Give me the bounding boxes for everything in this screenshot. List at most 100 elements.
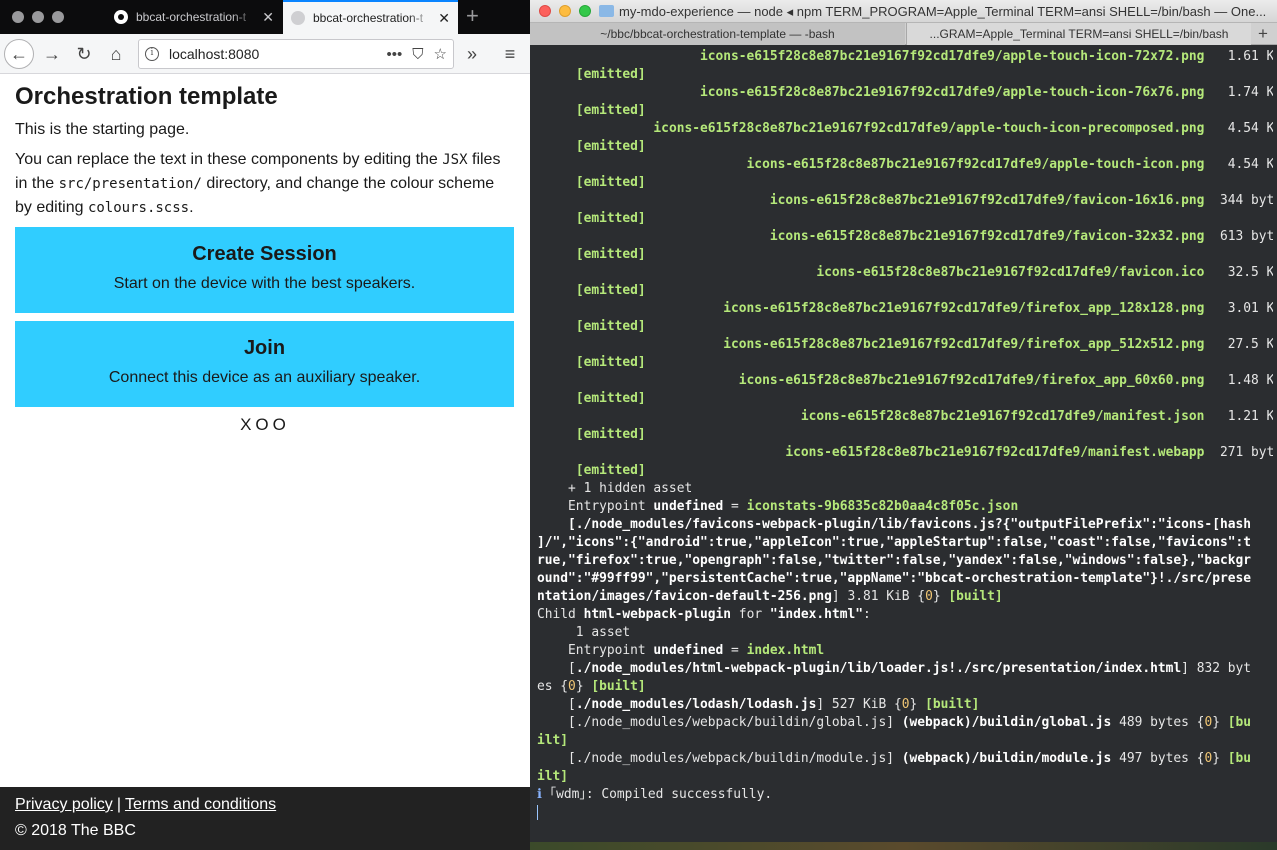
asset-name: icons-e615f28c8e87bc21e9167f92cd17dfe9/f… (769, 193, 1205, 208)
terminal-tab-bar: ~/bbc/bbcat-orchestration-template — -ba… (530, 23, 1277, 45)
terminal-text: = (723, 643, 747, 658)
terminal-text: 0 (568, 679, 576, 694)
terminal-text: [ (537, 697, 576, 712)
terminal-text: 0 (925, 589, 933, 604)
join-button[interactable]: Join Connect this device as an auxiliary… (15, 321, 514, 407)
new-tab-button[interactable]: + (466, 4, 479, 28)
forward-button[interactable]: → (38, 40, 66, 68)
button-title: Join (243, 337, 286, 359)
description-part: . (189, 199, 194, 216)
github-icon (114, 10, 128, 24)
terms-link[interactable]: Terms and conditions (125, 796, 276, 813)
terminal-text: ] 527 KiB { (816, 697, 902, 712)
url-bar[interactable]: i localhost:8080 ••• ⛉ ☆ (138, 39, 454, 69)
terminal-line: [./node_modules/webpack/buildin/global.j… (537, 714, 1273, 732)
asset-line: icons-e615f28c8e87bc21e9167f92cd17dfe9/a… (537, 120, 1273, 138)
emitted-line: [emitted] (537, 318, 1273, 336)
asset-size: 4.54 KiB (1227, 121, 1273, 136)
terminal-tab-bash[interactable]: ~/bbc/bbcat-orchestration-template — -ba… (530, 23, 905, 45)
terminal-text: "index.html" (769, 607, 863, 622)
close-tab-icon[interactable]: ✕ (262, 9, 274, 26)
terminal-title: my-mdo-experience — node ◂ npm TERM_PROG… (619, 4, 1267, 19)
terminal-text: html-webpack-plugin (583, 607, 732, 622)
padding (537, 139, 576, 154)
terminal-text: ]/","icons":{"android":true,"appleIcon":… (537, 535, 1251, 550)
bookmark-star-icon[interactable]: ☆ (434, 45, 447, 63)
asset-line: icons-e615f28c8e87bc21e9167f92cd17dfe9/a… (537, 48, 1273, 66)
emitted-line: [emitted] (537, 282, 1273, 300)
terminal-text: } (1212, 751, 1228, 766)
padding (537, 283, 576, 298)
new-terminal-tab-button[interactable]: + (1258, 23, 1268, 45)
terminal-line: ilt] (537, 768, 1273, 786)
url-text[interactable]: localhost:8080 (169, 46, 377, 62)
code-scss: colours.scss (87, 200, 190, 216)
emitted-line: [emitted] (537, 102, 1273, 120)
terminal-output[interactable]: icons-e615f28c8e87bc21e9167f92cd17dfe9/a… (537, 48, 1273, 822)
terminal-line: Entrypoint undefined = index.html (537, 642, 1273, 660)
browser-tab-active[interactable]: bbcat-orchestration-t ✕ (283, 0, 458, 34)
zoom-window-button[interactable] (52, 11, 64, 23)
terminal-line: Entrypoint undefined = iconstats-9b6835c… (537, 498, 1273, 516)
terminal-tab-npm[interactable]: ...GRAM=Apple_Terminal TERM=ansi SHELL=/… (906, 23, 1251, 45)
home-button[interactable]: ⌂ (102, 40, 130, 68)
zoom-window-button[interactable] (579, 5, 591, 17)
minimize-window-button[interactable] (559, 5, 571, 17)
close-tab-icon[interactable]: ✕ (438, 10, 450, 27)
terminal-text: } (575, 679, 592, 694)
emitted-label: [emitted] (575, 211, 646, 226)
padding (537, 211, 576, 226)
terminal-line: rue,"firefox":true,"opengraph":false,"tw… (537, 552, 1273, 570)
asset-name: icons-e615f28c8e87bc21e9167f92cd17dfe9/m… (800, 409, 1205, 424)
browser-tab-github[interactable]: bbcat-orchestration-t ✕ (106, 0, 282, 34)
padding (537, 409, 801, 424)
terminal-line: [./node_modules/lodash/lodash.js] 527 Ki… (537, 696, 1273, 714)
code-path: src/presentation/ (58, 176, 202, 192)
minimize-window-button[interactable] (32, 11, 44, 23)
asset-name: icons-e615f28c8e87bc21e9167f92cd17dfe9/f… (738, 373, 1205, 388)
page-actions-icon[interactable]: ••• (387, 46, 403, 63)
terminal-text: index.html (746, 643, 825, 658)
asset-size: 613 bytes (1219, 229, 1273, 244)
close-window-button[interactable] (12, 11, 24, 23)
emitted-line: [emitted] (537, 354, 1273, 372)
asset-line: icons-e615f28c8e87bc21e9167f92cd17dfe9/f… (537, 336, 1273, 354)
asset-name: icons-e615f28c8e87bc21e9167f92cd17dfe9/f… (723, 301, 1205, 316)
terminal-line: ound":"#99ff99","persistentCache":true,"… (537, 570, 1273, 588)
terminal-text: Entrypoint (537, 499, 654, 514)
terminal-text: 0 (901, 697, 910, 712)
terminal-text: for (731, 607, 770, 622)
asset-size: 27.5 KiB (1227, 337, 1273, 352)
reload-button[interactable]: ↻ (70, 40, 98, 68)
padding (537, 319, 576, 334)
pocket-icon[interactable]: ⛉ (412, 46, 423, 63)
terminal-text: ntation/images/favicon-default-256.png (537, 589, 832, 604)
back-button[interactable]: ← (4, 39, 34, 69)
footer-links: Privacy policy | Terms and conditions (15, 796, 515, 814)
intro-text: This is the starting page. (15, 121, 190, 138)
padding (537, 121, 653, 136)
info-icon[interactable]: i (145, 47, 159, 61)
padding (1204, 301, 1227, 316)
close-window-button[interactable] (539, 5, 551, 17)
padding (537, 247, 576, 262)
terminal-text: es { (537, 679, 569, 694)
hamburger-menu-icon[interactable]: ≡ (496, 40, 524, 68)
asset-line: icons-e615f28c8e87bc21e9167f92cd17dfe9/f… (537, 192, 1273, 210)
create-session-button[interactable]: Create Session Start on the device with … (15, 227, 514, 313)
padding (537, 337, 723, 352)
button-title: Create Session (192, 243, 337, 265)
terminal-text: ilt] (537, 733, 569, 748)
terminal-text: = (723, 499, 747, 514)
padding (537, 193, 770, 208)
padding (537, 49, 700, 64)
terminal-text: [bu (1227, 751, 1252, 766)
privacy-policy-link[interactable]: Privacy policy (15, 796, 113, 813)
code-jsx: JSX (442, 152, 468, 168)
terminal-text: rue,"firefox":true,"opengraph":false,"tw… (537, 553, 1251, 568)
overflow-chevron-icon[interactable]: » (458, 40, 486, 68)
emitted-line: [emitted] (537, 174, 1273, 192)
terminal-text: ilt] (537, 769, 569, 784)
asset-name: icons-e615f28c8e87bc21e9167f92cd17dfe9/f… (769, 229, 1205, 244)
asset-name: icons-e615f28c8e87bc21e9167f92cd17dfe9/f… (723, 337, 1205, 352)
